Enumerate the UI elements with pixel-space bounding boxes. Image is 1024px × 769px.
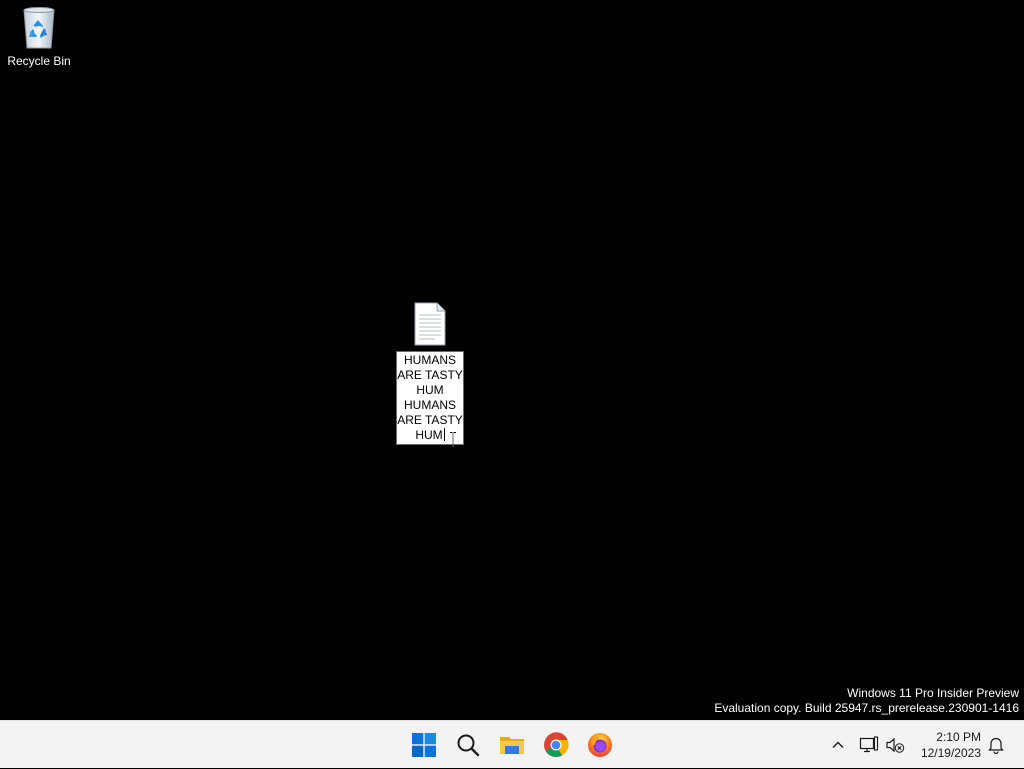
volume-muted-icon <box>886 737 905 753</box>
windows-logo-icon <box>412 733 436 757</box>
clock-date: 12/19/2023 <box>920 746 981 760</box>
chevron-up-icon <box>832 741 844 748</box>
clock-date-button[interactable]: 2:10 PM 12/19/2023 <box>921 729 981 761</box>
taskbar: 2:10 PM 12/19/2023 <box>0 720 1024 768</box>
folder-icon <box>500 737 524 754</box>
evaluation-watermark: Windows 11 Pro Insider Preview Evaluatio… <box>714 686 1019 716</box>
text-file-item[interactable]: HUMANS ARE TASTY HUM HUMANS ARE TASTY HU… <box>395 302 465 445</box>
watermark-build: Evaluation copy. Build 25947.rs_prerelea… <box>714 701 1019 715</box>
text-caret <box>443 428 445 441</box>
tray-overflow-button[interactable] <box>826 733 850 757</box>
clock-time: 2:10 PM <box>936 730 981 744</box>
filename-line-5: ARE TASTY <box>397 413 463 427</box>
ibeam-cursor-icon <box>450 432 456 448</box>
watermark-edition: Windows 11 Pro Insider Preview <box>847 686 1019 700</box>
recycle-bin-label: Recycle Bin <box>7 54 71 68</box>
text-document-icon <box>414 302 446 346</box>
filename-rename-input[interactable]: HUMANS ARE TASTY HUM HUMANS ARE TASTY HU… <box>396 351 464 445</box>
search-icon <box>457 734 480 757</box>
filename-line-4: HUMANS <box>403 398 456 412</box>
bell-icon <box>988 737 1004 754</box>
firefox-button[interactable] <box>580 725 620 765</box>
recycle-bin-icon <box>23 7 55 49</box>
volume-button[interactable] <box>883 733 907 757</box>
chrome-button[interactable] <box>536 725 576 765</box>
recycle-bin-shortcut[interactable]: Recycle Bin <box>4 6 74 68</box>
chrome-icon <box>544 732 569 758</box>
system-tray: 2:10 PM 12/19/2023 <box>800 721 1024 769</box>
network-icon <box>859 736 879 753</box>
filename-line-6-text: HUM <box>415 428 443 442</box>
filename-line-1: HUMANS <box>403 353 456 367</box>
network-button[interactable] <box>857 733 881 757</box>
start-button[interactable] <box>404 725 444 765</box>
desktop[interactable]: Recycle Bin HUMANS ARE TASTY HUM HUMANS … <box>0 0 1024 720</box>
firefox-icon <box>588 733 612 757</box>
notifications-button[interactable] <box>984 733 1008 757</box>
filename-line-2: ARE TASTY <box>397 368 463 382</box>
search-button[interactable] <box>448 725 488 765</box>
filename-line-3: HUM <box>416 383 444 397</box>
file-explorer-button[interactable] <box>492 725 532 765</box>
